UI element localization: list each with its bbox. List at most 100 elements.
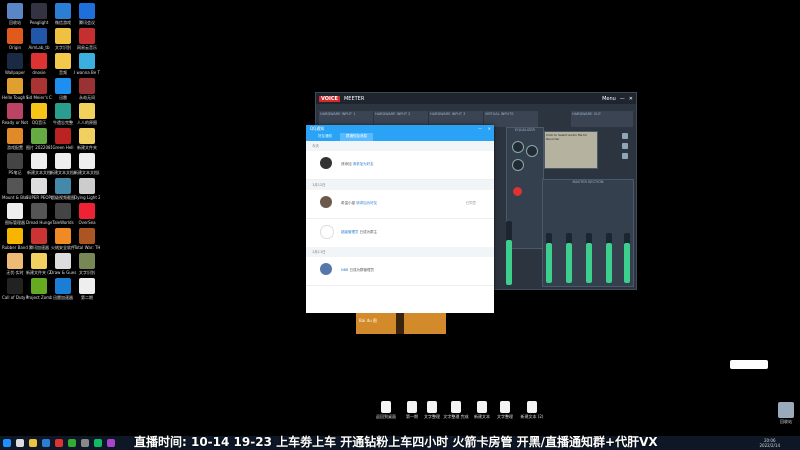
knob[interactable] bbox=[512, 141, 524, 153]
voicemeeter-titlebar[interactable]: VOICE MEETER Menu — ✕ bbox=[316, 93, 636, 104]
menu-button[interactable]: Menu bbox=[602, 96, 616, 102]
desktop-icon[interactable]: SUPER PEOPLE CBT bbox=[26, 178, 52, 200]
document-icon bbox=[500, 401, 510, 413]
desktop-icon[interactable]: 腾讯加速器 bbox=[26, 228, 52, 250]
bus-button[interactable] bbox=[622, 133, 628, 139]
start-button-icon[interactable] bbox=[3, 439, 11, 447]
icon-label: 腾讯加速器 bbox=[29, 245, 49, 250]
desktop-icon[interactable]: OverSea bbox=[74, 203, 100, 225]
desktop-icon[interactable]: Peaglight bbox=[26, 3, 52, 25]
desktop-icon[interactable]: Green Hell bbox=[50, 128, 76, 150]
app-icon[interactable] bbox=[107, 439, 115, 447]
app-icon bbox=[31, 178, 47, 194]
desktop-icon[interactable]: Ready or Not bbox=[2, 103, 28, 125]
desktop-icon[interactable]: 微信游戏 bbox=[50, 3, 76, 25]
notification-status: 已同意 bbox=[465, 201, 477, 205]
icon-label: 音频 bbox=[59, 70, 67, 75]
desktop-icon[interactable]: 无忧·实时 bbox=[2, 253, 28, 275]
bus-button[interactable] bbox=[622, 143, 628, 149]
desktop-icon[interactable]: Sid Meier's Civilizatio... bbox=[26, 78, 52, 100]
desktop-icon[interactable]: 文字识别 bbox=[74, 253, 100, 275]
desktop-icon[interactable]: 网易云音乐 bbox=[74, 28, 100, 50]
desktop-icon[interactable]: 迅雷 bbox=[50, 78, 76, 100]
desktop-icon[interactable]: QQ音乐 bbox=[26, 103, 52, 125]
browser-icon[interactable] bbox=[42, 439, 50, 447]
desktop-icon[interactable]: 永劫无间 bbox=[74, 78, 100, 100]
minimize-button[interactable]: — bbox=[478, 126, 482, 131]
close-button[interactable]: ✕ bbox=[629, 96, 633, 102]
notification-window[interactable]: QQ通知 — ✕ 好友通知 群通知及消息 今天 请添加 请求加为好友 1月12日… bbox=[306, 125, 494, 313]
floating-widget[interactable] bbox=[730, 360, 768, 369]
fader[interactable] bbox=[506, 221, 512, 285]
bus-button[interactable] bbox=[622, 153, 628, 159]
icon-label: Dread Hunger bbox=[26, 220, 52, 225]
desktop-icon[interactable]: TaleWorlds bbox=[50, 203, 76, 225]
desktop-icon[interactable]: Draw & Guess bbox=[50, 253, 76, 275]
desktop-icon[interactable]: 火绒安全软件 bbox=[50, 228, 76, 250]
desktop-icon[interactable]: 游戏配置 bbox=[2, 128, 28, 150]
desktop-icon[interactable]: 图标管理器 bbox=[2, 203, 28, 225]
desktop-icon[interactable]: 第二期 bbox=[74, 278, 100, 300]
system-clock[interactable]: 20:06 2022/2/14 bbox=[759, 438, 780, 448]
desktop-icon[interactable]: 新建文本文档(2) bbox=[74, 153, 100, 175]
knob[interactable] bbox=[526, 145, 538, 157]
desktop-icon[interactable]: 新建文本文档 bbox=[26, 153, 52, 175]
notification-item[interactable]: 请添加 请求加为好友 bbox=[306, 151, 494, 180]
search-icon[interactable] bbox=[16, 439, 24, 447]
fader[interactable] bbox=[606, 233, 612, 283]
desktop-icon[interactable]: 迅雷加速器 bbox=[50, 278, 76, 300]
tab-group-notifications[interactable]: 群通知及消息 bbox=[340, 133, 373, 141]
app-icon[interactable] bbox=[94, 439, 102, 447]
tab-friend-notifications[interactable]: 好友通知 bbox=[312, 133, 338, 141]
close-button[interactable]: ✕ bbox=[488, 126, 491, 131]
desktop-icon[interactable]: 新建文本文档(3) bbox=[50, 153, 76, 175]
notification-item[interactable]: 希温小猫 请求加为好友 已同意 bbox=[306, 190, 494, 219]
desktop-icon[interactable]: Call of Duty Modern... bbox=[2, 278, 28, 300]
desktop-icon[interactable]: 新建文件夹 (2) bbox=[26, 253, 52, 275]
fader[interactable] bbox=[624, 233, 630, 283]
file-explorer-icon[interactable] bbox=[29, 439, 37, 447]
desktop-icon[interactable]: dnosie bbox=[26, 53, 52, 75]
desktop-icon[interactable]: Dying Light 2 bbox=[74, 178, 100, 200]
desktop-icon[interactable]: I wanna Be The Cat bbox=[74, 53, 100, 75]
desktop-icon[interactable]: 腾讯会议 bbox=[74, 3, 100, 25]
desktop-icon[interactable]: Dread Hunger bbox=[26, 203, 52, 225]
desktop-icon[interactable]: Hello Tough Life bbox=[2, 78, 28, 100]
desktop-icon[interactable]: AimLab_tb bbox=[26, 28, 52, 50]
app-icon[interactable] bbox=[55, 439, 63, 447]
desktop-icon[interactable]: Total War: THREE KI... bbox=[74, 228, 100, 250]
desktop-file[interactable]: 新建文本 (2) bbox=[519, 401, 545, 419]
desktop-file[interactable]: 文字整理 完成 bbox=[443, 401, 469, 419]
notification-item[interactable]: 超级管理员 已成为群主 bbox=[306, 219, 494, 247]
desktop-icon[interactable]: 音频 bbox=[50, 53, 76, 75]
desktop-icon[interactable]: 回收站 bbox=[2, 3, 28, 25]
desktop-icon[interactable]: Project Zomboid bbox=[26, 278, 52, 300]
knob[interactable] bbox=[512, 159, 524, 171]
app-icon bbox=[79, 28, 95, 44]
desktop-icon[interactable]: Rubber Bandits bbox=[2, 228, 28, 250]
desktop-file[interactable]: 文字整理 bbox=[419, 401, 445, 419]
desktop-icon[interactable]: Origin bbox=[2, 28, 28, 50]
app-icon[interactable] bbox=[81, 439, 89, 447]
fader[interactable] bbox=[586, 233, 592, 283]
minimize-button[interactable]: — bbox=[620, 96, 625, 102]
desktop-icon[interactable]: Wallpaper bbox=[2, 53, 28, 75]
fader[interactable] bbox=[546, 233, 552, 283]
desktop-icon[interactable]: PS笔记 bbox=[2, 153, 28, 175]
desktop-icon[interactable]: 新建文件夹 bbox=[74, 128, 100, 150]
desktop-icon[interactable]: Mount & Blade II bbox=[2, 178, 28, 200]
tape-recorder[interactable]: Click to Select Audio file for Recorder bbox=[544, 131, 598, 169]
desktop-icon[interactable]: 牛遗忘完整 bbox=[50, 103, 76, 125]
app-icon[interactable] bbox=[68, 439, 76, 447]
desktop-icon[interactable]: 超级视频截图 bbox=[50, 178, 76, 200]
notification-item[interactable]: NBB 已成为群管理员 bbox=[306, 257, 494, 286]
fader[interactable] bbox=[566, 233, 572, 283]
hardware-out[interactable]: HARDWARE OUT bbox=[571, 111, 633, 127]
desktop-icon[interactable]: 文字识别 bbox=[50, 28, 76, 50]
desktop-file[interactable]: 文字整理 bbox=[492, 401, 518, 419]
desktop-icon[interactable]: 图片 20220811 bbox=[26, 128, 52, 150]
desktop-file[interactable]: 返回到桌面 bbox=[373, 401, 399, 419]
desktop-icon[interactable]: 人人的原图 bbox=[74, 103, 100, 125]
record-button[interactable] bbox=[513, 187, 522, 196]
recycle-bin-icon[interactable]: 回收站 bbox=[773, 402, 799, 424]
